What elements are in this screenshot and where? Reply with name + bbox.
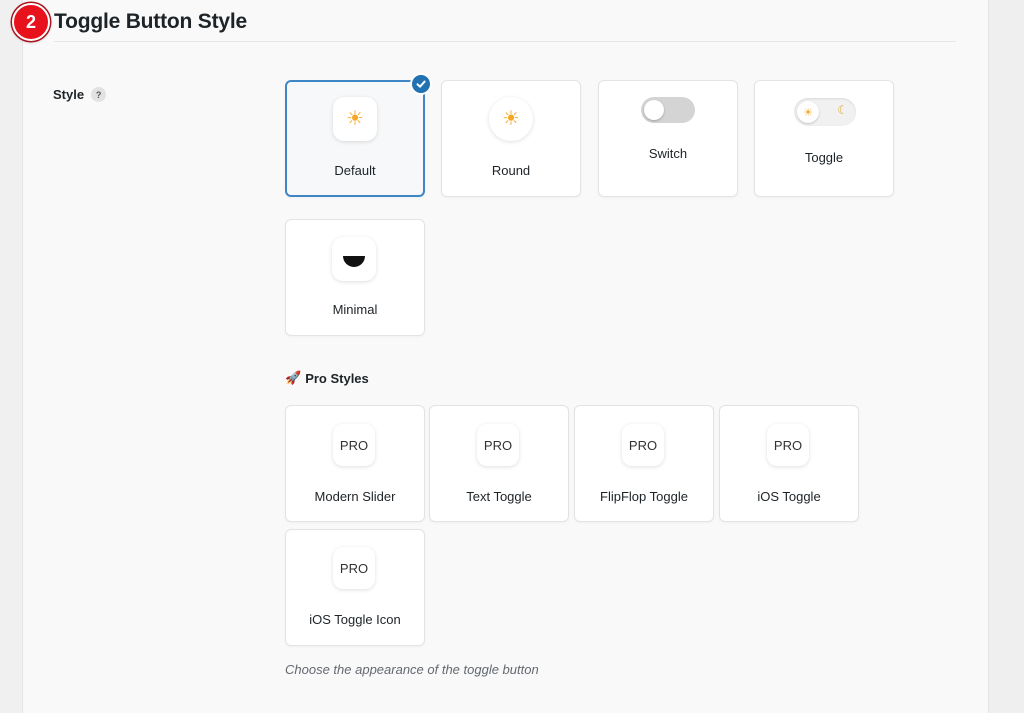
pro-option-ios-toggle[interactable]: PRO iOS Toggle [719,405,859,522]
pro-option-label: Modern Slider [314,489,396,504]
pro-badge: PRO [767,424,809,466]
style-label-text: Style [53,87,85,102]
style-field-label: Style ? [53,87,107,102]
pro-badge: PRO [333,547,375,589]
pro-option-label: FlipFlop Toggle [600,489,688,504]
selected-check-icon [410,73,432,95]
title-divider [54,41,956,42]
pro-badge: PRO [333,424,375,466]
style-option-default[interactable]: ☀ Default [285,73,432,197]
pro-option-flipflop-toggle[interactable]: PRO FlipFlop Toggle [574,405,714,522]
pro-option-modern-slider[interactable]: PRO Modern Slider [285,405,425,522]
style-option-round[interactable]: ☀ Round [441,80,581,197]
switch-icon [641,97,695,123]
sun-icon: ☀ [333,97,377,141]
style-option-label: Round [491,163,531,178]
pro-badge: PRO [622,424,664,466]
style-option-switch[interactable]: Switch [598,80,738,197]
style-option-minimal[interactable]: Minimal [285,219,425,336]
half-circle-icon [332,237,376,281]
style-option-toggle[interactable]: ☀ ☾ Toggle [754,80,894,197]
style-option-label: Toggle [804,150,844,165]
help-icon[interactable]: ? [91,87,107,102]
style-option-label: Switch [648,146,688,161]
pro-option-text-toggle[interactable]: PRO Text Toggle [429,405,569,522]
sun-icon: ☀ [489,97,533,141]
rocket-icon: 🚀 [285,370,302,385]
pro-styles-heading: 🚀 Pro Styles [285,370,369,386]
style-helper-text: Choose the appearance of the toggle butt… [285,662,539,677]
section-title: Toggle Button Style [54,10,247,33]
pro-option-ios-toggle-icon[interactable]: PRO iOS Toggle Icon [285,529,425,646]
style-option-label: Minimal [332,302,378,317]
pro-styles-heading-text: Pro Styles [305,370,369,386]
pro-option-label: iOS Toggle Icon [309,612,401,627]
sun-moon-toggle-icon: ☀ ☾ [794,98,856,126]
step-number-badge: 2 [12,3,50,41]
pro-badge: PRO [477,424,519,466]
right-sidebar-strip [988,0,1024,713]
style-option-label: Default [334,163,376,178]
pro-option-label: iOS Toggle [757,489,821,504]
pro-option-label: Text Toggle [466,489,532,504]
